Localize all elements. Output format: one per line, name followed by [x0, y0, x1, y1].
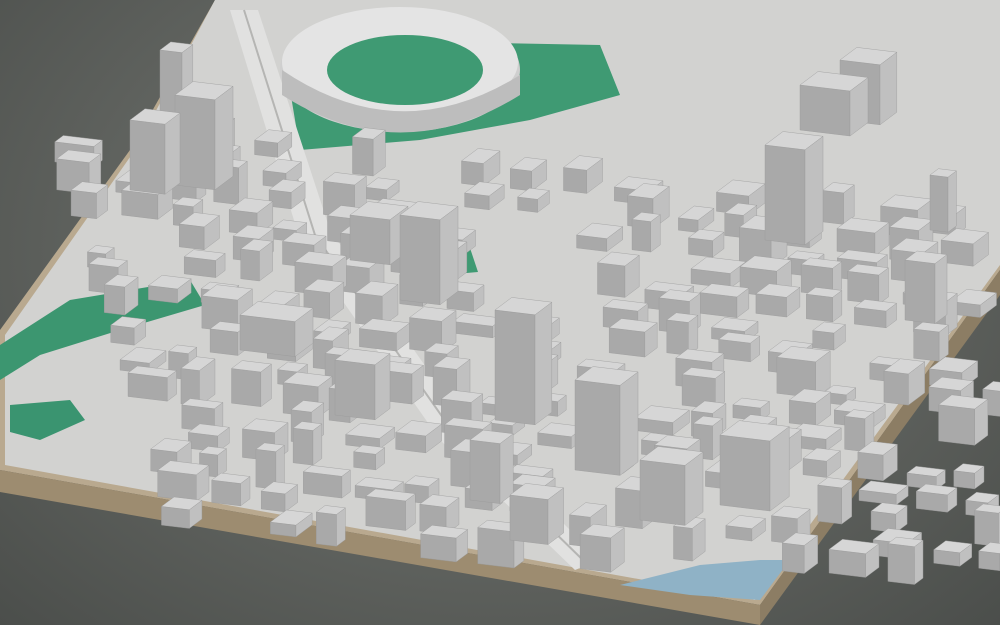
- building: [978, 542, 1000, 572]
- building: [127, 365, 178, 402]
- building: [351, 127, 386, 177]
- building: [631, 212, 661, 253]
- building: [157, 460, 210, 502]
- building: [574, 366, 639, 476]
- building: [639, 446, 704, 526]
- building: [596, 251, 640, 298]
- building: [315, 505, 346, 547]
- building: [365, 488, 416, 531]
- city-model-canvas[interactable]: [0, 0, 1000, 625]
- building: [579, 523, 625, 573]
- building: [240, 238, 274, 282]
- building: [334, 348, 391, 421]
- building: [699, 283, 750, 319]
- building: [929, 168, 957, 233]
- building: [805, 287, 843, 323]
- building: [211, 472, 251, 507]
- building: [799, 71, 869, 137]
- building: [349, 201, 409, 266]
- building: [858, 480, 909, 506]
- city-model-viewport[interactable]: [0, 0, 1000, 625]
- building: [974, 503, 1000, 547]
- building: [764, 131, 824, 246]
- building: [904, 250, 948, 325]
- building: [847, 263, 889, 305]
- building: [915, 483, 958, 513]
- building: [953, 463, 985, 490]
- building: [302, 465, 351, 499]
- building: [913, 321, 949, 362]
- building: [718, 332, 761, 363]
- building: [469, 429, 514, 505]
- building: [399, 201, 459, 306]
- building: [174, 81, 234, 191]
- building: [781, 532, 819, 574]
- building: [183, 249, 226, 278]
- building: [358, 318, 411, 352]
- building: [608, 318, 658, 358]
- building: [70, 181, 109, 220]
- building: [103, 274, 139, 316]
- building: [420, 525, 469, 563]
- building: [239, 301, 314, 358]
- building: [870, 502, 908, 533]
- stadium-green-field: [280, 7, 520, 133]
- building: [494, 297, 553, 426]
- building: [933, 540, 973, 567]
- building: [828, 539, 880, 578]
- building: [129, 108, 181, 195]
- building: [353, 444, 386, 471]
- building: [836, 217, 890, 257]
- building: [887, 536, 924, 585]
- building: [817, 477, 853, 525]
- building: [853, 299, 898, 329]
- building: [822, 182, 855, 225]
- building: [231, 360, 272, 408]
- building: [755, 283, 801, 318]
- building: [160, 496, 203, 529]
- building: [509, 483, 565, 545]
- building: [666, 312, 699, 356]
- building: [719, 420, 790, 512]
- building: [938, 394, 989, 446]
- building: [292, 421, 323, 466]
